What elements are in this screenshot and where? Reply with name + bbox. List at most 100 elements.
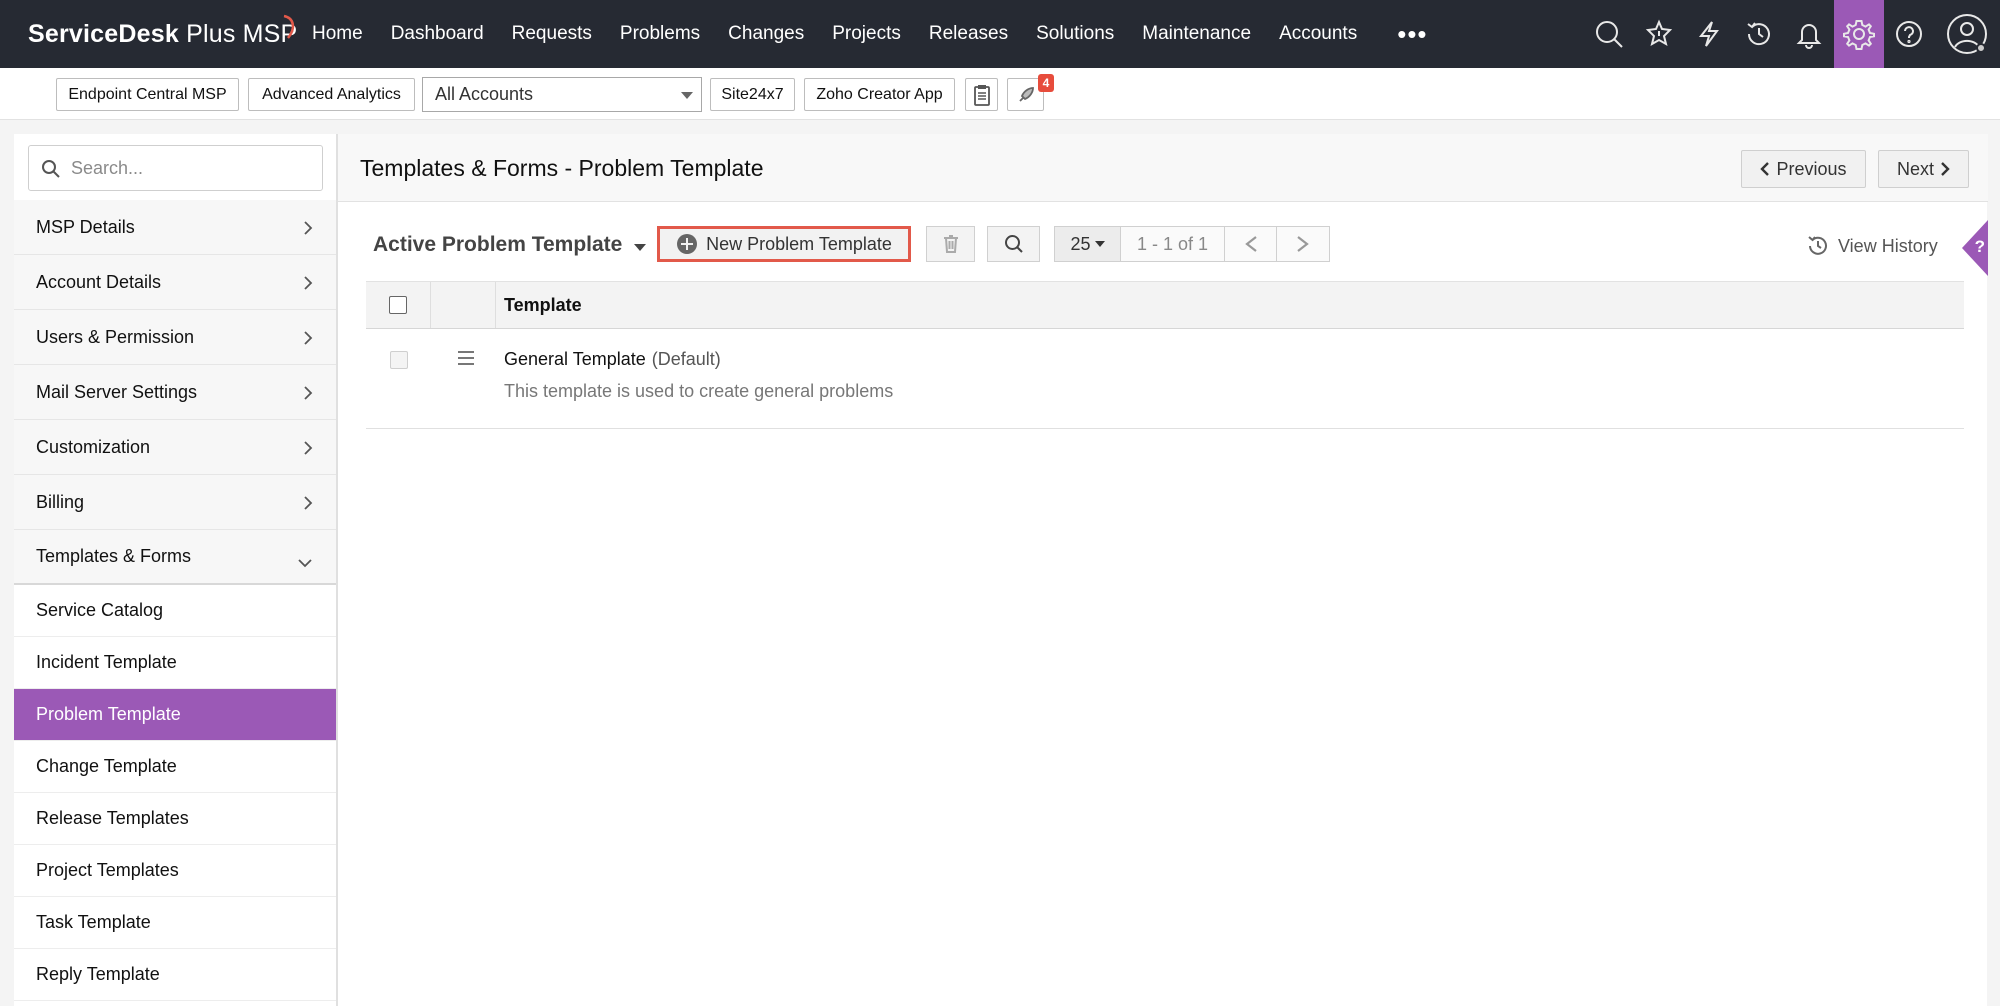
row-checkbox[interactable] xyxy=(390,351,408,369)
view-history-label: View History xyxy=(1838,235,1938,256)
clipboard-icon[interactable] xyxy=(965,78,998,111)
history-icon xyxy=(1808,236,1827,255)
page-header: Templates & Forms - Problem Template Pre… xyxy=(338,134,1988,202)
submenu-item-release-templates[interactable]: Release Templates xyxy=(14,793,336,845)
next-page-button[interactable] xyxy=(1277,227,1329,261)
template-name-link[interactable]: General Template (Default) xyxy=(504,349,721,370)
gear-icon[interactable] xyxy=(1834,0,1884,68)
history-icon[interactable] xyxy=(1734,0,1784,68)
sidebar-item-label: Templates & Forms xyxy=(36,546,192,566)
chevron-down-icon xyxy=(681,92,693,99)
table-row: General Template (Default) This template … xyxy=(366,329,1964,429)
endpoint-central-button[interactable]: Endpoint Central MSP xyxy=(56,78,239,111)
sidebar-item-label: Customization xyxy=(36,436,151,457)
app-logo[interactable]: ServiceDesk Plus MSP xyxy=(28,20,297,49)
logo-swoosh-icon xyxy=(283,14,295,39)
template-name: General Template xyxy=(504,349,646,369)
lightning-icon[interactable] xyxy=(1684,0,1734,68)
nav-dashboard[interactable]: Dashboard xyxy=(391,23,484,45)
nav-releases[interactable]: Releases xyxy=(929,23,1008,45)
submenu-item-task-template[interactable]: Task Template xyxy=(14,897,336,949)
sidebar-item-billing[interactable]: Billing xyxy=(14,475,336,530)
page-range: 1 - 1 of 1 xyxy=(1121,227,1225,261)
page-size-value: 25 xyxy=(1070,233,1091,254)
sidebar-search-input[interactable] xyxy=(71,154,311,182)
prev-page-button[interactable] xyxy=(1225,227,1277,261)
sidebar-item-customization[interactable]: Customization xyxy=(14,420,336,475)
sidebar-item-users-permission[interactable]: Users & Permission xyxy=(14,310,336,365)
site24x7-button[interactable]: Site24x7 xyxy=(710,78,795,111)
chevron-right-icon xyxy=(303,385,313,406)
zoho-creator-button[interactable]: Zoho Creator App xyxy=(804,78,955,111)
drag-column-header xyxy=(431,282,496,328)
submenu-item-service-catalog[interactable]: Service Catalog xyxy=(14,585,336,637)
advanced-analytics-button[interactable]: Advanced Analytics xyxy=(248,78,415,111)
sidebar-item-mail-server-settings[interactable]: Mail Server Settings xyxy=(14,365,336,420)
list-toolbar: Active Problem Template New Problem Temp… xyxy=(338,226,1988,266)
select-all-cell xyxy=(366,282,431,328)
chevron-right-icon xyxy=(303,440,313,461)
nav-more-icon[interactable]: ••• xyxy=(1397,21,1427,47)
nav-maintenance[interactable]: Maintenance xyxy=(1142,23,1251,45)
new-problem-template-label: New Problem Template xyxy=(706,233,892,254)
submenu-item-incident-template[interactable]: Incident Template xyxy=(14,637,336,689)
sidebar-search xyxy=(28,145,323,191)
sidebar-item-label: Account Details xyxy=(36,271,162,292)
nav-problems[interactable]: Problems xyxy=(620,23,700,45)
view-history-link[interactable]: View History xyxy=(1806,234,1938,258)
caret-down-icon xyxy=(634,243,647,251)
plus-circle-icon xyxy=(677,234,698,254)
next-label: Next xyxy=(1896,158,1934,179)
account-select[interactable]: All Accounts xyxy=(422,77,702,112)
top-navigation-bar: ServiceDesk Plus MSP Home Dashboard Requ… xyxy=(0,0,2000,68)
search-icon[interactable] xyxy=(1584,0,1634,68)
sidebar-item-label: MSP Details xyxy=(36,216,135,237)
search-list-button[interactable] xyxy=(987,226,1040,262)
nav-home[interactable]: Home xyxy=(312,23,363,45)
search-icon xyxy=(1004,235,1023,253)
previous-button[interactable]: Previous xyxy=(1741,150,1866,188)
search-icon xyxy=(42,160,60,178)
templates-forms-submenu: Service Catalog Incident Template Proble… xyxy=(14,585,336,1001)
launch-icon[interactable] xyxy=(1634,0,1684,68)
main-content: Templates & Forms - Problem Template Pre… xyxy=(337,134,1988,1006)
submenu-item-problem-template[interactable]: Problem Template xyxy=(14,689,336,741)
sidebar-item-templates-forms[interactable]: Templates & Forms xyxy=(14,530,336,585)
user-avatar-icon[interactable] xyxy=(1934,0,2000,68)
template-view-select[interactable]: Active Problem Template xyxy=(373,233,647,257)
notification-count-badge: 4 xyxy=(1038,74,1054,92)
submenu-item-project-templates[interactable]: Project Templates xyxy=(14,845,336,897)
drag-handle-icon[interactable] xyxy=(457,350,475,371)
page-size-select[interactable]: 25 xyxy=(1055,227,1121,261)
nav-accounts[interactable]: Accounts xyxy=(1279,23,1357,45)
page-title: Templates & Forms - Problem Template xyxy=(360,155,764,181)
sidebar-item-label: Billing xyxy=(36,491,85,512)
nav-projects[interactable]: Projects xyxy=(832,23,901,45)
delete-button[interactable] xyxy=(926,226,975,262)
template-description: This template is used to create general … xyxy=(504,381,894,401)
chevron-right-icon xyxy=(1941,162,1950,176)
template-view-label: Active Problem Template xyxy=(373,233,623,256)
submenu-item-reply-template[interactable]: Reply Template xyxy=(14,949,336,1001)
select-all-checkbox[interactable] xyxy=(389,296,407,314)
table-header: Template xyxy=(366,281,1964,329)
chevron-left-icon xyxy=(1244,236,1257,252)
submenu-item-change-template[interactable]: Change Template xyxy=(14,741,336,793)
bell-icon[interactable] xyxy=(1784,0,1834,68)
chevron-right-icon xyxy=(303,330,313,351)
new-problem-template-button[interactable]: New Problem Template xyxy=(657,226,911,262)
next-button[interactable]: Next xyxy=(1878,150,1969,188)
chevron-down-icon xyxy=(297,552,313,573)
template-table: Template General Template (Default) This … xyxy=(366,281,1964,429)
sidebar-item-msp-details[interactable]: MSP Details xyxy=(14,200,336,255)
sidebar-item-account-details[interactable]: Account Details xyxy=(14,255,336,310)
nav-solutions[interactable]: Solutions xyxy=(1036,23,1114,45)
nav-changes[interactable]: Changes xyxy=(728,23,804,45)
column-header-template[interactable]: Template xyxy=(496,295,582,316)
help-icon[interactable] xyxy=(1884,0,1934,68)
chevron-right-icon xyxy=(1297,236,1309,252)
caret-down-icon xyxy=(1094,241,1105,247)
chevron-right-icon xyxy=(303,495,313,516)
nav-requests[interactable]: Requests xyxy=(512,23,592,45)
previous-label: Previous xyxy=(1776,158,1847,179)
